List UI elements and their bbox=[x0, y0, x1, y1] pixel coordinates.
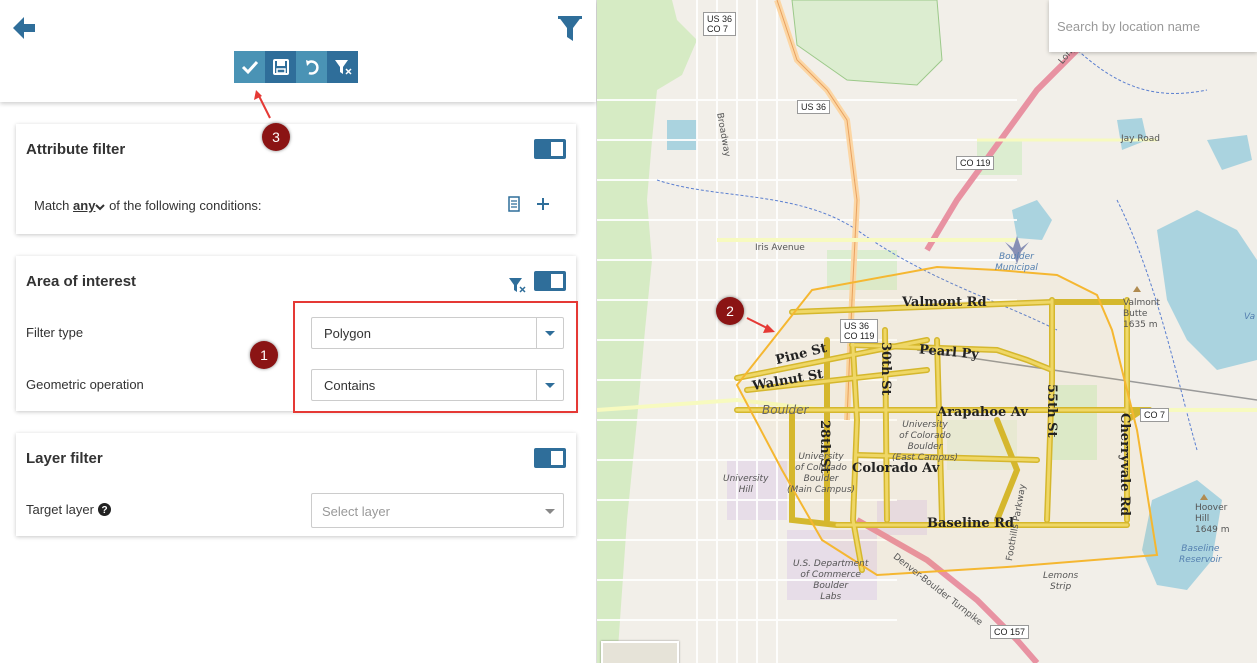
place-baseline-reservoir: Baseline Reservoir bbox=[1179, 544, 1222, 565]
road-label-55th: 55th St bbox=[1044, 384, 1059, 438]
save-filter-button[interactable] bbox=[265, 51, 296, 83]
group-conditions-icon[interactable] bbox=[507, 196, 521, 212]
place-university-hill: University Hill bbox=[723, 474, 769, 495]
attribute-filter-toggle[interactable] bbox=[534, 139, 566, 159]
save-icon bbox=[272, 59, 289, 75]
shield-co7: CO 7 bbox=[1140, 408, 1170, 422]
road-label-jay: Jay Road bbox=[1121, 134, 1160, 144]
road-label-arapahoe: Arapahoe Av bbox=[937, 405, 1028, 420]
area-of-interest-toggle[interactable] bbox=[534, 271, 566, 291]
add-condition-icon[interactable] bbox=[536, 197, 550, 211]
map-view[interactable]: Valmont Rd Pine St Walnut St Pearl Py Ar… bbox=[597, 0, 1257, 663]
undo-icon bbox=[305, 60, 319, 75]
checkmark-icon bbox=[241, 60, 258, 75]
place-valmont-reservoir: Va bbox=[1244, 312, 1256, 322]
annotation-marker-3: 3 bbox=[262, 123, 290, 151]
shield-us36-co119: US 36 CO 119 bbox=[840, 319, 879, 343]
geometric-operation-label: Geometric operation bbox=[26, 377, 144, 392]
location-search-input[interactable] bbox=[1049, 0, 1257, 52]
layer-filter-title: Layer filter bbox=[26, 450, 103, 467]
target-layer-label: Target layer bbox=[26, 502, 94, 517]
back-arrow-icon[interactable] bbox=[10, 14, 38, 42]
chevron-down-icon bbox=[95, 203, 106, 210]
attribute-filter-title: Attribute filter bbox=[26, 141, 126, 158]
annotation-marker-1: 1 bbox=[250, 341, 278, 369]
target-layer-select[interactable]: Select layer bbox=[311, 493, 564, 528]
map-canvas bbox=[597, 0, 1257, 663]
place-hoover-hill: Hoover Hill 1649 m bbox=[1195, 503, 1230, 535]
shield-us36: US 36 bbox=[797, 100, 831, 114]
attribute-filter-card: Attribute filter Match any of the follow… bbox=[16, 124, 576, 234]
annotation-arrow-3 bbox=[254, 90, 271, 119]
area-of-interest-title: Area of interest bbox=[26, 273, 137, 290]
apply-filter-button[interactable] bbox=[234, 51, 265, 83]
help-icon[interactable]: ? bbox=[97, 503, 111, 516]
road-label-valmont: Valmont Rd bbox=[902, 295, 987, 310]
place-cu-main: University of Colorado Boulder (Main Cam… bbox=[787, 452, 856, 495]
match-condition-row: Match any of the following conditions: bbox=[34, 198, 262, 213]
shield-us36-co7: US 36 CO 7 bbox=[703, 12, 737, 36]
layer-filter-toggle[interactable] bbox=[534, 448, 566, 468]
place-lemons-strip: Lemons Strip bbox=[1043, 571, 1079, 592]
road-label-iris: Iris Avenue bbox=[755, 243, 805, 253]
target-layer-row: Target layer ? bbox=[26, 502, 111, 517]
place-airport: Boulder Municipal bbox=[995, 252, 1038, 273]
match-suffix: of the following conditions: bbox=[109, 198, 262, 213]
filter-toolbar bbox=[234, 51, 358, 83]
clear-filter-button[interactable] bbox=[327, 51, 358, 83]
place-commerce-labs: U.S. Department of Commerce Boulder Labs bbox=[793, 559, 869, 602]
road-label-30th: 30th St bbox=[878, 342, 893, 396]
place-cu-east: University of Colorado Boulder (East Cam… bbox=[892, 420, 958, 463]
clear-filter-icon bbox=[334, 60, 352, 75]
area-settings-highlight bbox=[293, 301, 578, 413]
match-any-dropdown[interactable]: any bbox=[73, 198, 95, 213]
place-valmont-butte: Valmont Butte 1635 m bbox=[1123, 298, 1160, 330]
shield-co119: CO 119 bbox=[956, 156, 995, 170]
filter-panel: Attribute filter Match any of the follow… bbox=[0, 0, 597, 663]
svg-text:?: ? bbox=[101, 505, 107, 516]
filter-type-label: Filter type bbox=[26, 325, 84, 340]
panel-header bbox=[0, 0, 596, 102]
road-label-cherryvale: Cherryvale Rd bbox=[1117, 413, 1132, 516]
shield-co157: CO 157 bbox=[990, 625, 1030, 639]
place-boulder: Boulder bbox=[762, 403, 809, 417]
road-label-baseline: Baseline Rd bbox=[927, 516, 1015, 531]
match-prefix: Match bbox=[34, 198, 70, 213]
target-layer-placeholder: Select layer bbox=[322, 504, 390, 519]
undo-button[interactable] bbox=[296, 51, 327, 83]
layer-filter-card: Layer filter Target layer ? Select layer bbox=[16, 433, 576, 536]
overview-minimap[interactable] bbox=[601, 641, 679, 663]
location-search-box bbox=[1049, 0, 1257, 52]
dropdown-caret-icon bbox=[545, 509, 555, 514]
filter-icon[interactable] bbox=[557, 14, 583, 42]
clear-area-filter-icon[interactable] bbox=[508, 276, 526, 294]
annotation-marker-2: 2 bbox=[716, 297, 744, 325]
